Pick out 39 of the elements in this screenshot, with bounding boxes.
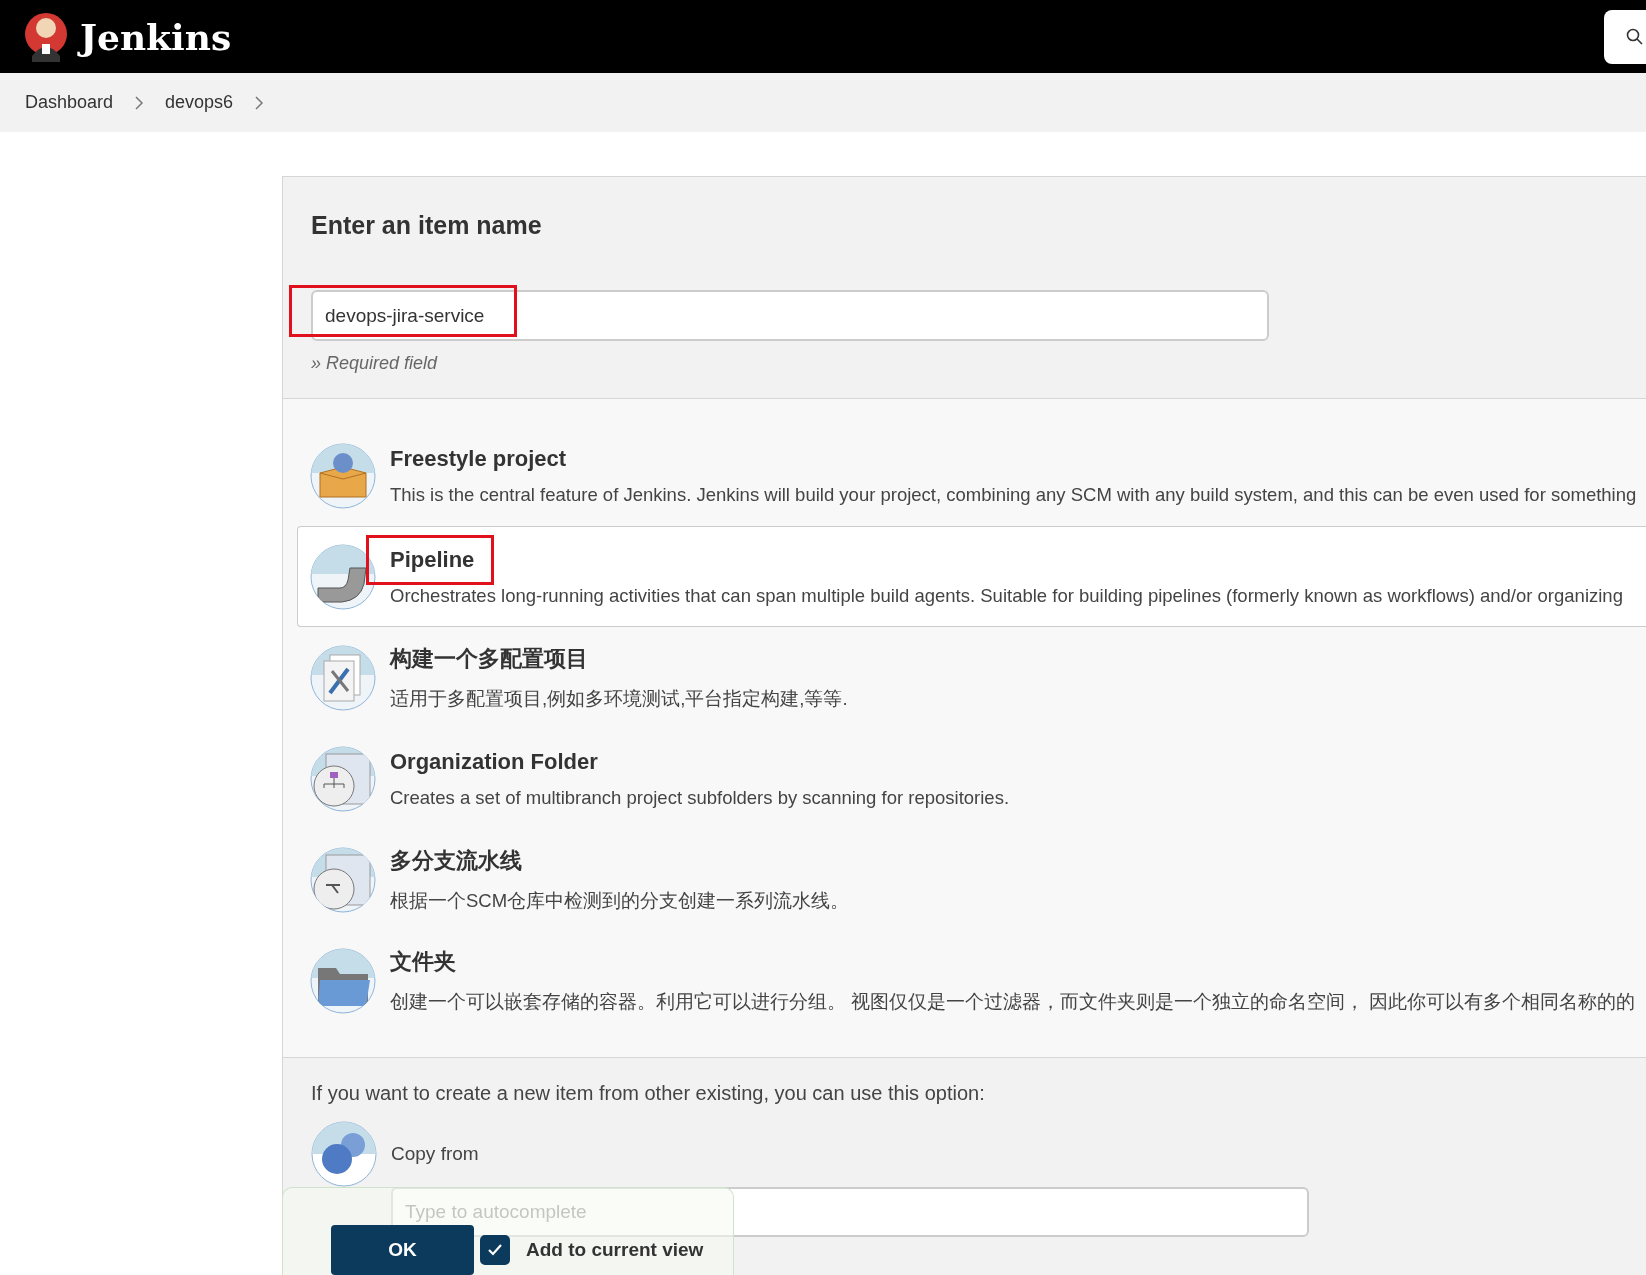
breadcrumb-link[interactable]: Dashboard: [25, 92, 114, 113]
spheres-icon: [311, 1121, 377, 1187]
pipe-icon: [310, 543, 376, 610]
box-icon: [310, 442, 376, 509]
check-icon: [487, 1242, 503, 1257]
item-type-option[interactable]: Pipeline Orchestrates long-running activities that can span multiple build agents. Suitable for building pipelines (formerly known as workflows) and/or organizing: [297, 526, 1646, 627]
item-type-option[interactable]: 文件夹 创建一个可以嵌套存储的容器。利用它可以进行分组。 视图仅仅是一个过滤器，而文件夹则是一个独立的命名空间， 因此你可以有多个相同名称的的: [297, 930, 1646, 1031]
folder-icon: [310, 947, 376, 1014]
chevron-icon: [255, 95, 264, 110]
item-type-title: 多分支流水线: [390, 847, 522, 875]
item-type-title: 文件夹: [390, 948, 456, 976]
item-name-field[interactable]: devops-jira-service: [311, 290, 1269, 341]
item-type-option[interactable]: 多分支流水线 根据一个SCM仓库中检测到的分支创建一系列流水线。: [297, 829, 1646, 930]
item-type-option[interactable]: 构建一个多配置项目 适用于多配置项目,例如多环境测试,平台指定构建,等等.: [297, 627, 1646, 728]
item-type-title: Organization Folder: [390, 748, 598, 775]
copy-prompt: If you want to create a new item from other existing, you can use this option:: [311, 1082, 986, 1105]
ok-button[interactable]: OK: [331, 1224, 474, 1275]
item-type-option[interactable]: Freestyle project This is the central feature of Jenkins. Jenkins will build your project, combining any SCM with any build system, and this can be even used for something: [297, 425, 1646, 526]
item-type-description: 创建一个可以嵌套存储的容器。利用它可以进行分组。 视图仅仅是一个过滤器，而文件夹则是一个独立的命名空间， 因此你可以有多个相同名称的的: [390, 990, 1636, 1014]
item-type-option[interactable]: Organization Folder Creates a set of multibranch project subfolders by scanning for repositories.: [297, 728, 1646, 829]
search-field[interactable]: [1604, 9, 1646, 64]
section-heading: Enter an item name: [311, 211, 543, 240]
add-to-view-checkbox[interactable]: Add to current view: [480, 1234, 704, 1265]
org-chart-icon: [310, 745, 376, 812]
item-type-description: 适用于多配置项目,例如多环境测试,平台指定构建,等等.: [390, 687, 848, 711]
item-type-title: 构建一个多配置项目: [390, 645, 588, 673]
item-type-description: Creates a set of multibranch project subfolders by scanning for repositories.: [390, 786, 1010, 809]
item-type-description: 根据一个SCM仓库中检测到的分支创建一系列流水线。: [390, 889, 850, 913]
item-type-description: Orchestrates long-running activities that can span multiple build agents. Suitable for building pipelines (formerly known as workflows) and/or organizing: [390, 584, 1623, 607]
chevron-icon: [135, 95, 144, 110]
breadcrumb-link[interactable]: devops6: [165, 92, 234, 113]
item-type-title: Pipeline: [390, 546, 475, 573]
item-type-description: This is the central feature of Jenkins. Jenkins will build your project, combining any SCM with any build system, and this can be even used for something: [390, 483, 1637, 506]
logo-icon: [24, 11, 68, 62]
copy-from-label: Copy from: [391, 1143, 479, 1165]
required-hint: » Required field: [311, 353, 439, 374]
tools-icon: [310, 644, 376, 711]
item-type-title: Freestyle project: [390, 445, 567, 472]
search-icon: [1626, 27, 1644, 46]
